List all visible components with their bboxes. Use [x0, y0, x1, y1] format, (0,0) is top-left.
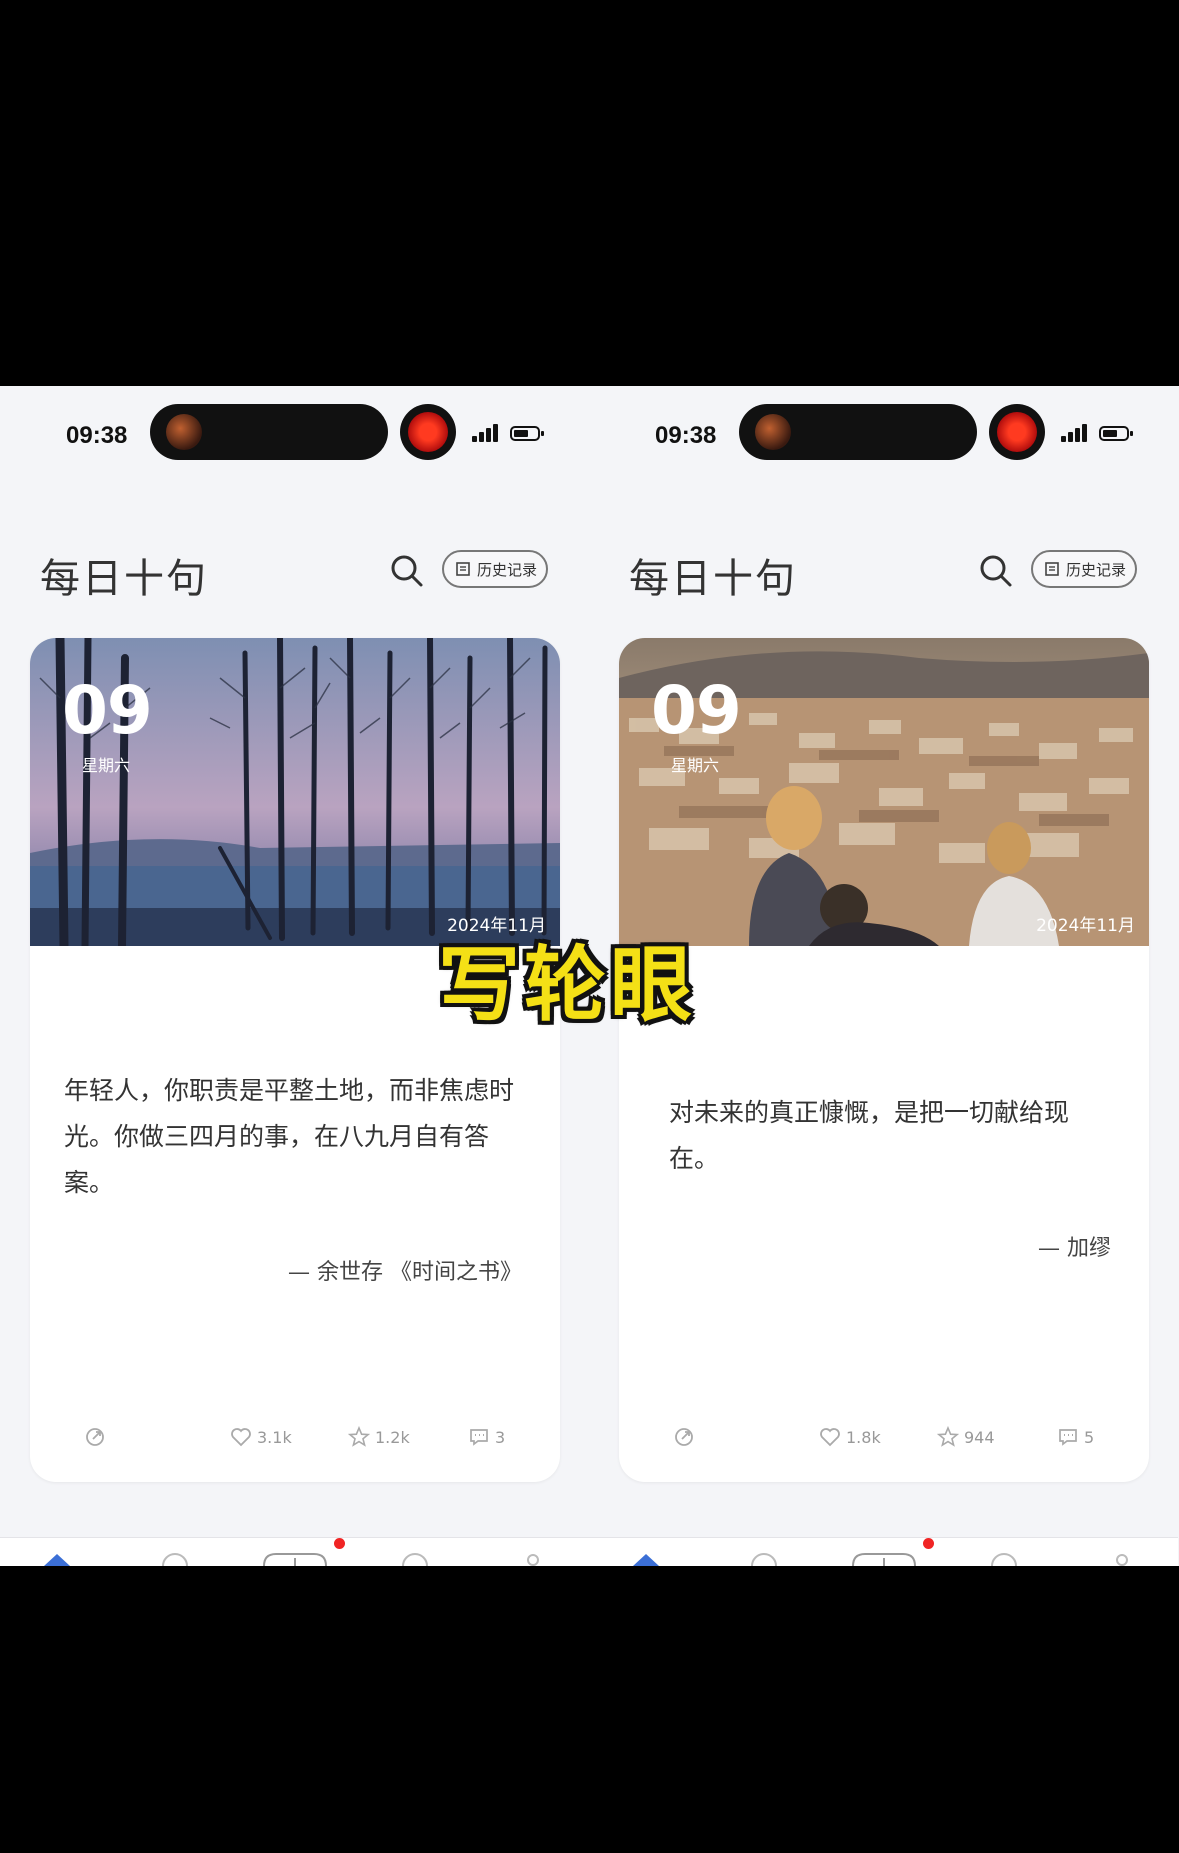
home-icon[interactable]	[42, 1550, 72, 1566]
comment-icon	[470, 1429, 488, 1446]
messages-icon[interactable]	[989, 1550, 1019, 1566]
card-day: 09	[62, 672, 153, 749]
comment-button[interactable]: 5	[1057, 1422, 1094, 1452]
comment-icon	[1059, 1429, 1077, 1446]
recording-indicator-icon	[989, 404, 1045, 460]
add-icon[interactable]	[851, 1550, 917, 1566]
share-button[interactable]	[673, 1422, 695, 1452]
live-activity-icon	[166, 414, 202, 450]
bottom-tab-bar	[0, 1537, 589, 1566]
quote-card[interactable]: 09 星期六 2024年11月 对未来的真正慷慨，是把一切献给现在。 — 加缪 …	[619, 638, 1149, 1482]
dynamic-island	[150, 404, 388, 460]
history-icon	[456, 562, 470, 576]
quote-author: — 余世存 《时间之书》	[288, 1260, 522, 1285]
overlay-caption: 写轮眼	[438, 938, 697, 1033]
heart-icon	[820, 1428, 840, 1447]
card-month: 2024年11月	[1036, 916, 1135, 936]
app-header: 每日十句 历史记录	[0, 536, 589, 602]
app-header: 每日十句 历史记录	[589, 536, 1178, 602]
profile-icon[interactable]	[518, 1550, 548, 1566]
share-icon	[675, 1428, 693, 1446]
quote-text: 对未来的真正慷慨，是把一切献给现在。	[669, 1098, 1070, 1173]
favorite-button[interactable]: 1.2k	[348, 1422, 410, 1452]
messages-icon[interactable]	[400, 1550, 430, 1566]
comment-count: 5	[1084, 1427, 1095, 1447]
card-weekday: 星期六	[82, 756, 131, 775]
signal-icon	[472, 424, 500, 442]
status-time: 09:38	[655, 422, 717, 449]
dynamic-island	[739, 404, 977, 460]
profile-icon[interactable]	[1107, 1550, 1137, 1566]
status-time: 09:38	[66, 422, 128, 449]
card-weekday: 星期六	[671, 756, 720, 775]
quote-text: 年轻人，你职责是平整土地，而非焦虑时光。你做三四月的事，在八九月自有答案。	[64, 1076, 515, 1197]
quote-card[interactable]: 09 星期六 2024年11月 年轻人，你职责是平整土地，而非焦虑时光。你做三四…	[30, 638, 560, 1482]
discover-icon[interactable]	[160, 1550, 190, 1566]
share-button[interactable]	[84, 1422, 106, 1452]
battery-icon	[510, 426, 544, 441]
notification-dot	[923, 1538, 934, 1549]
status-bar: 09:38	[589, 386, 1178, 476]
comment-button[interactable]: 3	[468, 1422, 505, 1452]
history-button[interactable]: 历史记录	[1031, 550, 1137, 588]
star-icon	[348, 1426, 370, 1447]
recording-indicator-icon	[400, 404, 456, 460]
share-icon	[86, 1428, 104, 1446]
home-icon[interactable]	[631, 1550, 661, 1566]
card-actions: 1.8k 944 5	[619, 1422, 1149, 1452]
like-button[interactable]: 1.8k	[819, 1422, 881, 1452]
live-activity-icon	[755, 414, 791, 450]
signal-icon	[1061, 424, 1089, 442]
battery-icon	[1099, 426, 1133, 441]
notification-dot	[334, 1538, 345, 1549]
history-label: 历史记录	[1066, 561, 1127, 579]
history-label: 历史记录	[477, 561, 538, 579]
discover-icon[interactable]	[749, 1550, 779, 1566]
search-icon[interactable]	[979, 554, 1013, 588]
favorite-count: 944	[964, 1427, 995, 1447]
comment-count: 3	[495, 1427, 506, 1447]
quote-author: — 加缪	[1038, 1236, 1111, 1261]
like-button[interactable]: 3.1k	[230, 1422, 292, 1452]
card-actions: 3.1k 1.2k 3	[30, 1422, 560, 1452]
page-title: 每日十句	[40, 556, 208, 602]
history-button[interactable]: 历史记录	[442, 550, 548, 588]
status-bar: 09:38	[0, 386, 589, 476]
favorite-count: 1.2k	[375, 1427, 410, 1447]
heart-icon	[231, 1428, 251, 1447]
favorite-button[interactable]: 944	[937, 1422, 995, 1452]
star-icon	[937, 1426, 959, 1447]
add-icon[interactable]	[262, 1550, 328, 1566]
search-icon[interactable]	[390, 554, 424, 588]
card-photo-city-people: 09 星期六 2024年11月	[619, 638, 1149, 946]
like-count: 3.1k	[257, 1427, 292, 1447]
card-day: 09	[651, 672, 742, 749]
bottom-tab-bar	[589, 1537, 1178, 1566]
card-photo-lake-trees: 09 星期六 2024年11月	[30, 638, 560, 946]
like-count: 1.8k	[846, 1427, 881, 1447]
history-icon	[1045, 562, 1059, 576]
page-title: 每日十句	[629, 556, 797, 602]
